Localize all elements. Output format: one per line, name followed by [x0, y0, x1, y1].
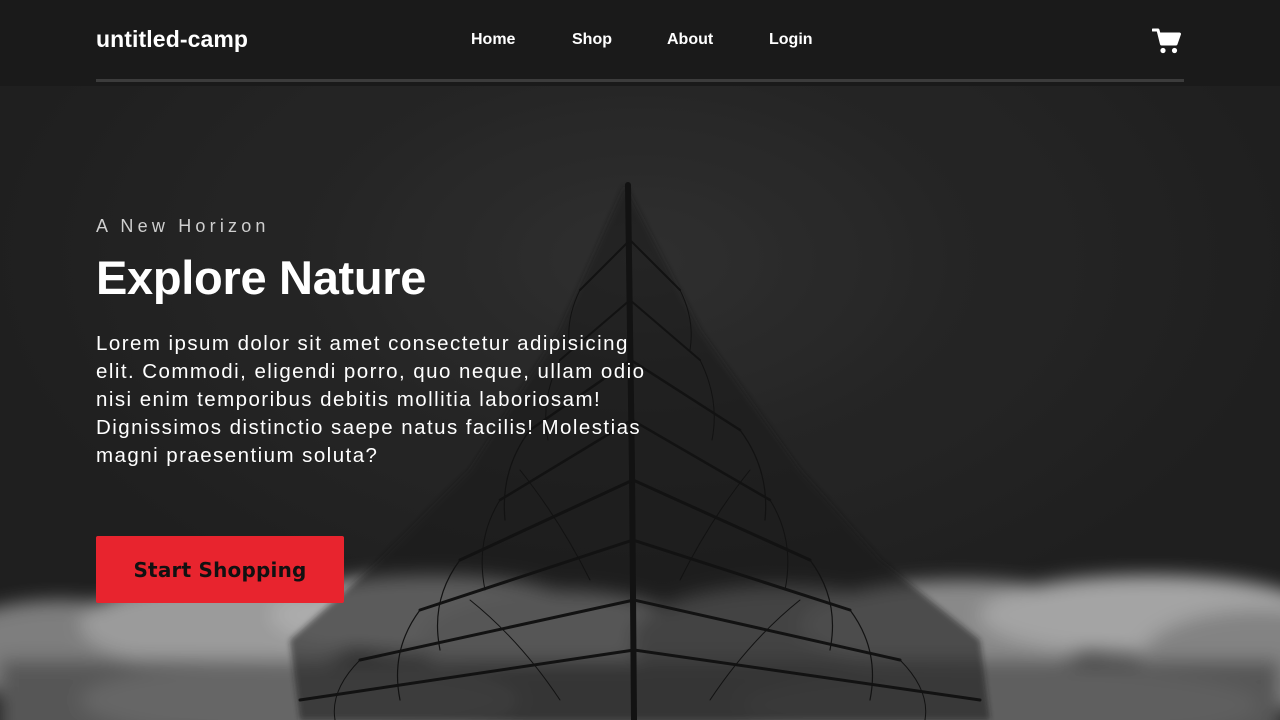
hero-description: Lorem ipsum dolor sit amet consectetur a… [96, 332, 646, 467]
nav-link-login[interactable]: Login [769, 31, 813, 49]
nav-link-shop[interactable]: Shop [572, 31, 612, 49]
shopping-cart-icon[interactable] [1151, 27, 1182, 55]
hero-headline: Explore Nature [96, 251, 427, 304]
hero-tagline: A New Horizon [96, 216, 270, 236]
main-nav: Home Shop About Login [0, 31, 1280, 53]
nav-link-home[interactable]: Home [471, 31, 515, 49]
landing-page: untitled-camp Home Shop About Login A Ne… [0, 0, 1280, 720]
nav-link-about[interactable]: About [667, 31, 713, 49]
site-header: untitled-camp Home Shop About Login [0, 0, 1280, 86]
start-shopping-button[interactable]: Start Shopping [96, 536, 344, 603]
header-divider [96, 79, 1184, 82]
